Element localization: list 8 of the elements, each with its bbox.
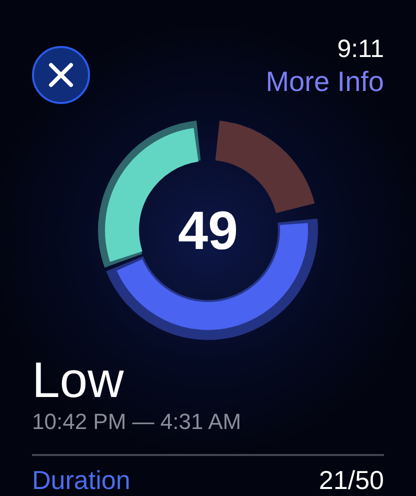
metric-label: Duration	[32, 464, 130, 496]
clock-time: 9:11	[337, 34, 384, 64]
sleep-time-range: 10:42 PM — 4:31 AM	[32, 408, 242, 436]
sleep-rating: Low	[32, 352, 125, 408]
score-value: 49	[178, 201, 238, 261]
more-info-link[interactable]: More Info	[266, 64, 384, 100]
metric-value: 21/50	[318, 464, 384, 496]
close-icon	[48, 62, 74, 88]
